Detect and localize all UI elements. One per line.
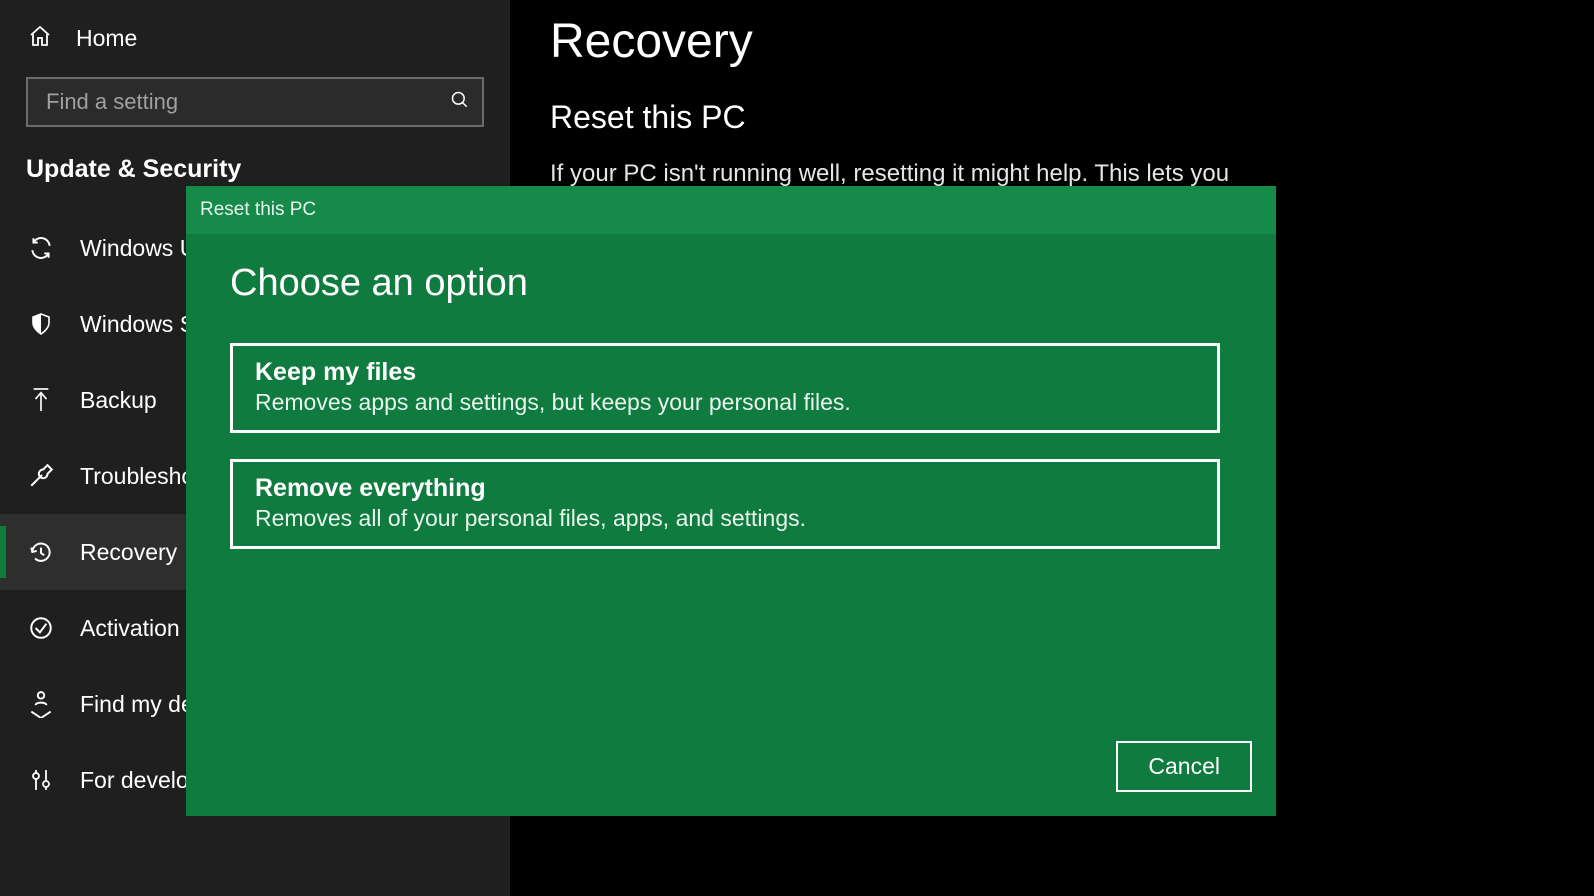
- dialog-title: Reset this PC: [200, 199, 316, 221]
- search-container: [26, 77, 484, 127]
- home-icon: [28, 24, 52, 53]
- shield-icon: [28, 312, 54, 336]
- search-icon: [450, 90, 470, 115]
- dialog-heading: Choose an option: [230, 262, 1232, 305]
- section-heading: Reset this PC: [550, 99, 1554, 136]
- home-nav-button[interactable]: Home: [0, 10, 510, 77]
- sidebar-item-label: Recovery: [80, 539, 177, 566]
- developer-icon: [28, 767, 54, 793]
- search-input[interactable]: [46, 89, 450, 115]
- location-person-icon: [28, 690, 54, 718]
- sidebar-item-label: Activation: [80, 615, 180, 642]
- option-title: Keep my files: [255, 358, 1195, 387]
- option-keep-my-files[interactable]: Keep my files Removes apps and settings,…: [230, 343, 1220, 433]
- history-icon: [28, 539, 54, 565]
- option-desc: Removes apps and settings, but keeps you…: [255, 389, 1195, 416]
- reset-pc-dialog: Reset this PC Choose an option Keep my f…: [186, 186, 1276, 816]
- backup-icon: [28, 387, 54, 413]
- home-label: Home: [76, 25, 137, 52]
- dialog-body: Choose an option Keep my files Removes a…: [186, 234, 1276, 816]
- page-title: Recovery: [550, 14, 1554, 69]
- sidebar-item-label: Backup: [80, 387, 157, 414]
- check-circle-icon: [28, 615, 54, 641]
- option-desc: Removes all of your personal files, apps…: [255, 505, 1195, 532]
- wrench-icon: [28, 463, 54, 489]
- dialog-titlebar: Reset this PC: [186, 186, 1276, 234]
- option-remove-everything[interactable]: Remove everything Removes all of your pe…: [230, 459, 1220, 549]
- search-box[interactable]: [26, 77, 484, 127]
- cancel-button[interactable]: Cancel: [1116, 741, 1252, 792]
- sync-icon: [28, 235, 54, 261]
- option-title: Remove everything: [255, 474, 1195, 503]
